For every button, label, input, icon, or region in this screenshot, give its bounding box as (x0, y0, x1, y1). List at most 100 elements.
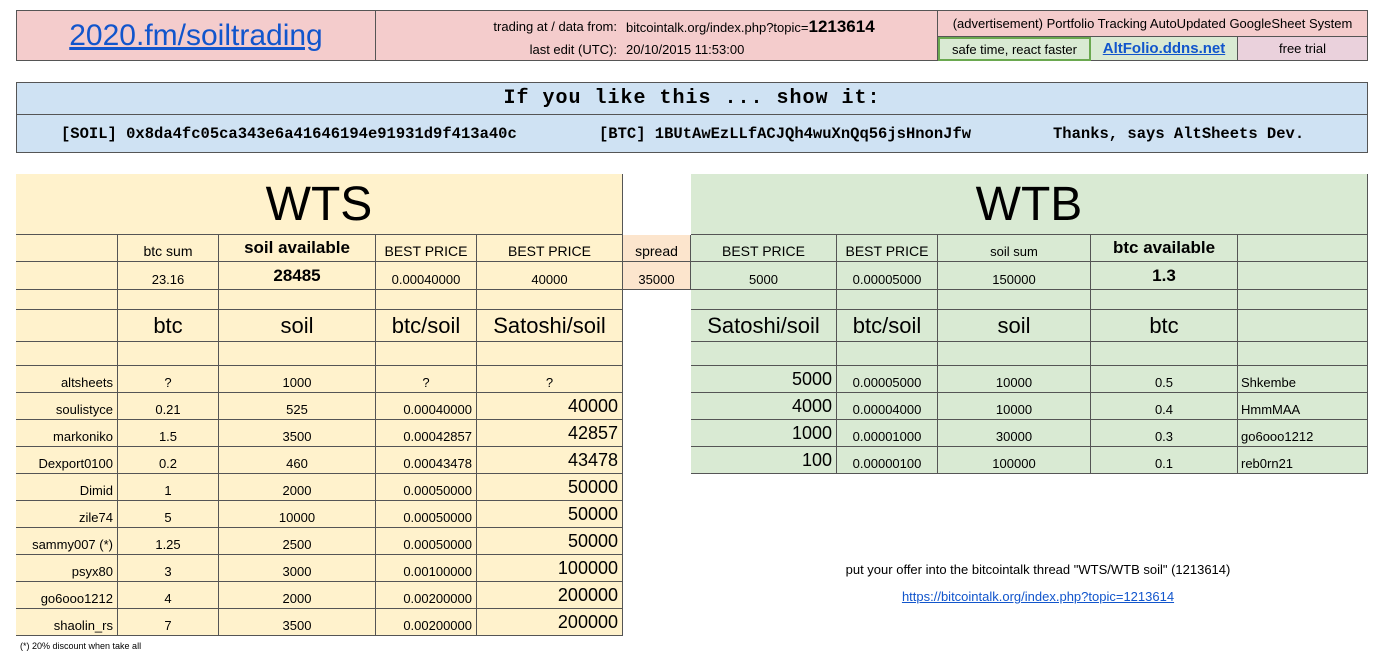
wtb-unit-soil: soil (938, 310, 1091, 342)
spread-value: 35000 (623, 262, 691, 290)
wts-row-btc: 1.25 (118, 528, 219, 555)
wtb-blank-cell (1238, 290, 1368, 310)
wts-row-btc: ? (118, 366, 219, 393)
soil-address[interactable]: [SOIL] 0x8da4fc05ca343e6a41646194e91931d… (61, 125, 517, 143)
wts-row-price: 0.00040000 (376, 393, 477, 420)
thanks-text: Thanks, says AltSheets Dev. (1053, 125, 1305, 143)
wts-row-btc: 7 (118, 609, 219, 636)
donation-addresses: [SOIL] 0x8da4fc05ca343e6a41646194e91931d… (16, 115, 1368, 153)
wtb-row-btc: 0.4 (1091, 393, 1238, 420)
wts-row-btc: 0.21 (118, 393, 219, 420)
wts-row-soil: 2000 (219, 582, 376, 609)
wts-row-soil: 3500 (219, 420, 376, 447)
wtb-blank-cell (1238, 342, 1368, 366)
wtb-blank-cell (837, 342, 938, 366)
wtb-row-soil: 10000 (938, 366, 1091, 393)
wts-row-name: zile74 (16, 501, 118, 528)
wts-row-name: psyx80 (16, 555, 118, 582)
altfolio-cell: AltFolio.ddns.net (1091, 37, 1238, 61)
site-link-cell: 2020.fm/soiltrading (16, 10, 376, 61)
wtb-col-best-price-sat: BEST PRICE (691, 235, 837, 262)
trading-info-cell: trading at / data from: bitcointalk.org/… (376, 10, 938, 61)
wtb-row-name: reb0rn21 (1238, 447, 1368, 474)
wts-blank-cell (477, 342, 623, 366)
wts-unit-sat-soil: Satoshi/soil (477, 310, 623, 342)
wts-row-price: 0.00043478 (376, 447, 477, 474)
wtb-unit-btc: btc (1091, 310, 1238, 342)
trading-source: bitcointalk.org/index.php?topic=1213614 (626, 17, 875, 36)
wts-values-empty (16, 262, 118, 290)
wts-row-satoshi: 40000 (477, 393, 623, 420)
wtb-best-price-sat-value: 5000 (691, 262, 837, 290)
wts-row-btc: 0.2 (118, 447, 219, 474)
site-link[interactable]: 2020.fm/soiltrading (69, 19, 322, 53)
wts-row-satoshi: 50000 (477, 528, 623, 555)
wts-soil-available-value: 28485 (219, 262, 376, 290)
wtb-blank-cell (938, 290, 1091, 310)
wts-unit-soil: soil (219, 310, 376, 342)
wts-best-price-sat-value: 40000 (477, 262, 623, 290)
wts-title: WTS (16, 174, 623, 235)
offer-link[interactable]: https://bitcointalk.org/index.php?topic=… (902, 589, 1174, 604)
topic-id: 1213614 (808, 17, 875, 36)
wtb-soil-sum-value: 150000 (938, 262, 1091, 290)
wts-blank-cell (219, 342, 376, 366)
wts-row-price: 0.00100000 (376, 555, 477, 582)
wts-row-satoshi: 43478 (477, 447, 623, 474)
wts-row-name: go6ooo1212 (16, 582, 118, 609)
wts-row-satoshi: 42857 (477, 420, 623, 447)
advertisement-text: (advertisement) Portfolio Tracking AutoU… (938, 10, 1368, 37)
wts-row-name: markoniko (16, 420, 118, 447)
wts-row-price: 0.00050000 (376, 474, 477, 501)
wtb-values-empty (1238, 262, 1368, 290)
wts-row-satoshi: 50000 (477, 501, 623, 528)
wtb-row-btc: 0.5 (1091, 366, 1238, 393)
wtb-blank-cell (691, 290, 837, 310)
wtb-units-empty (1238, 310, 1368, 342)
wts-row-soil: 525 (219, 393, 376, 420)
wts-row-price: 0.00200000 (376, 582, 477, 609)
wts-best-price-btc-value: 0.00040000 (376, 262, 477, 290)
wts-row-soil: 10000 (219, 501, 376, 528)
wts-row-soil: 460 (219, 447, 376, 474)
wts-row-satoshi: 200000 (477, 609, 623, 636)
wts-blank-cell (118, 342, 219, 366)
wtb-row-name: Shkembe (1238, 366, 1368, 393)
wts-blank-cell (16, 290, 118, 310)
wtb-blank-cell (1091, 290, 1238, 310)
btc-address[interactable]: [BTC] 1BUtAwEzLLfACJQh4wuXnQq56jsHnonJfw (599, 125, 971, 143)
wtb-row-soil: 30000 (938, 420, 1091, 447)
wts-row-name: Dimid (16, 474, 118, 501)
altfolio-link[interactable]: AltFolio.ddns.net (1103, 40, 1225, 57)
wtb-header-empty (1238, 235, 1368, 262)
wts-blank-cell (16, 342, 118, 366)
safe-time-text: safe time, react faster (938, 37, 1091, 61)
spread-label: spread (623, 235, 691, 262)
wts-row-btc: 1.5 (118, 420, 219, 447)
wtb-best-price-btc-value: 0.00005000 (837, 262, 938, 290)
wts-row-btc: 3 (118, 555, 219, 582)
wts-col-btc-sum: btc sum (118, 235, 219, 262)
wtb-blank-cell (691, 342, 837, 366)
wts-col-best-price-sat: BEST PRICE (477, 235, 623, 262)
wtb-row-satoshi: 4000 (691, 393, 837, 420)
wtb-col-soil-sum: soil sum (938, 235, 1091, 262)
wts-row-soil: 3000 (219, 555, 376, 582)
wtb-row-soil: 10000 (938, 393, 1091, 420)
wts-row-price: 0.00200000 (376, 609, 477, 636)
wts-row-soil: 1000 (219, 366, 376, 393)
wts-row-btc: 5 (118, 501, 219, 528)
edit-timestamp: 20/10/2015 11:53:00 (626, 42, 745, 57)
wts-blank-cell (477, 290, 623, 310)
wtb-blank-cell (938, 342, 1091, 366)
wts-blank-cell (118, 290, 219, 310)
wtb-row-name: go6ooo1212 (1238, 420, 1368, 447)
free-trial-text: free trial (1238, 37, 1368, 61)
wtb-col-btc-available: btc available (1091, 235, 1238, 262)
wts-blank-cell (376, 290, 477, 310)
wts-row-price: 0.00050000 (376, 528, 477, 555)
edit-label: last edit (UTC): (529, 42, 617, 57)
wts-unit-btc: btc (118, 310, 219, 342)
wts-row-price: ? (376, 366, 477, 393)
wts-blank-cell (376, 342, 477, 366)
